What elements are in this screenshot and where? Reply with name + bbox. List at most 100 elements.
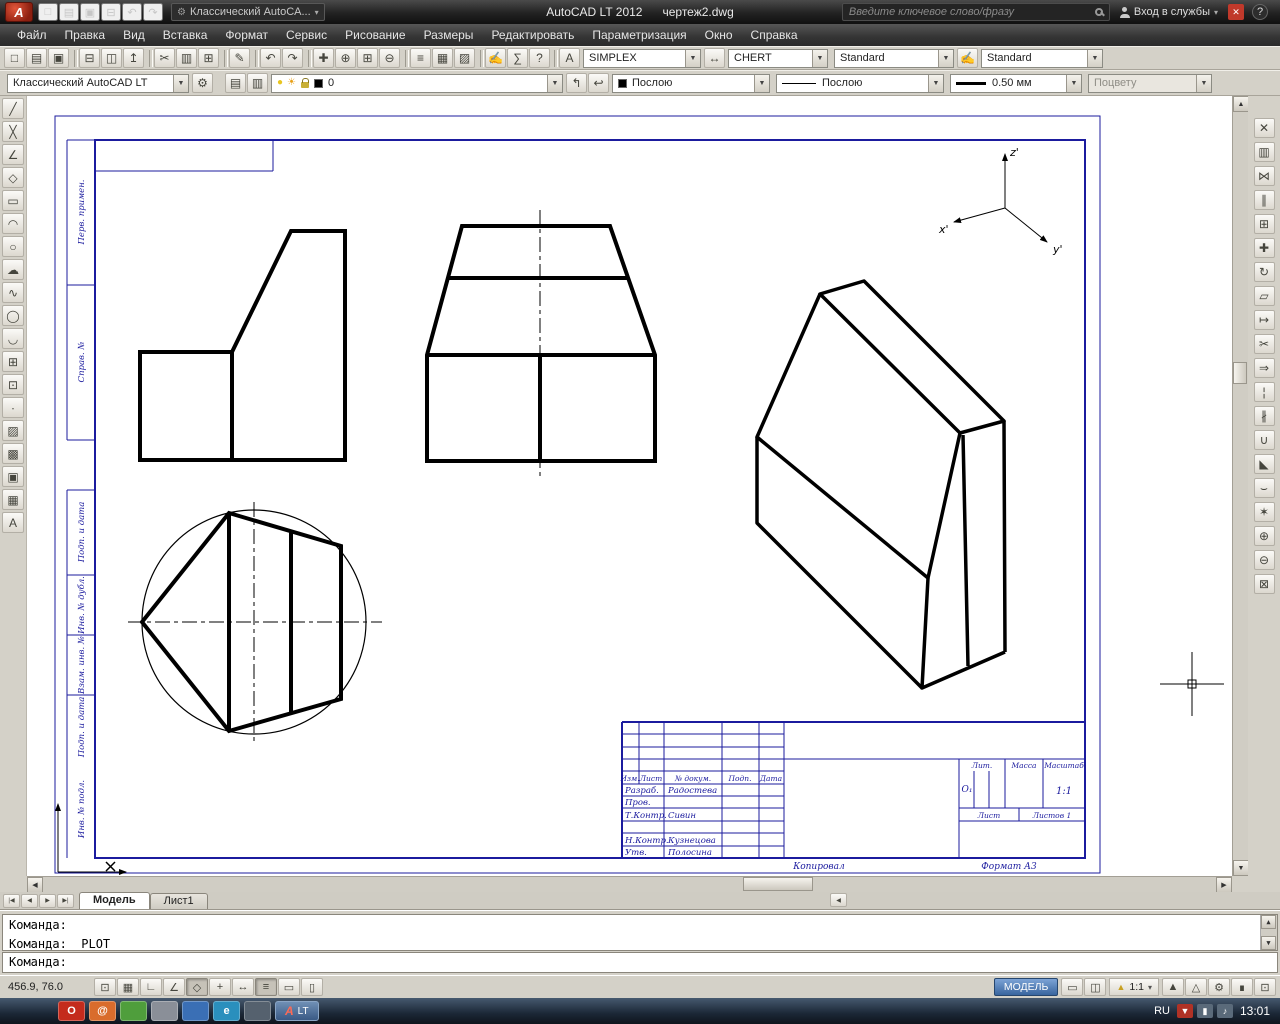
new-button[interactable]: □	[4, 48, 25, 68]
chevron-down-icon[interactable]: ▼	[547, 74, 562, 92]
chevron-down-icon[interactable]: ▼	[1087, 49, 1102, 67]
break-button[interactable]: ∦	[1253, 406, 1275, 426]
cut-button[interactable]: ✂	[149, 48, 175, 68]
match-properties-button[interactable]: ✎	[224, 48, 250, 68]
polygon-button[interactable]: ◇	[2, 167, 24, 188]
rotate-button[interactable]: ↻	[1253, 262, 1275, 282]
layer-on-icon[interactable]: ●	[277, 78, 283, 88]
menu-item[interactable]: Параметризация	[583, 26, 695, 44]
signin-button[interactable]: Вход в службы ▾	[1119, 6, 1218, 18]
network-tray-icon[interactable]: ▮	[1196, 1004, 1213, 1018]
calculator-button[interactable]: ∑	[507, 48, 528, 68]
menu-item[interactable]: Правка	[56, 26, 115, 44]
move-button[interactable]: ✚	[1253, 238, 1275, 258]
spline-button[interactable]: ∿	[2, 282, 24, 303]
plot-button[interactable]: ⊟	[74, 48, 100, 68]
menu-item[interactable]: Рисование	[336, 26, 414, 44]
multiline-text-button[interactable]: A	[2, 512, 24, 533]
text-style-combo[interactable]: SIMPLEX ▼	[583, 48, 701, 68]
arc-button[interactable]: ◠	[2, 213, 24, 234]
plot-style-combo[interactable]: Поцвету ▼	[1088, 73, 1212, 93]
plot-preview-button[interactable]: ◫	[101, 48, 122, 68]
copy-object-button[interactable]: ▥	[1253, 142, 1275, 162]
quick-view-drawings-button[interactable]: ◫	[1084, 978, 1107, 996]
browser-taskbar-item[interactable]: e	[213, 1001, 240, 1021]
zoom-previous-button[interactable]: ⊖	[379, 48, 400, 68]
volume-tray-icon[interactable]: ♪	[1216, 1004, 1233, 1018]
annotation-autoscale-button[interactable]: △	[1185, 978, 1207, 996]
command-history[interactable]: Команда: Команда: _PLOT ▲ ▼	[2, 914, 1278, 951]
rectangle-button[interactable]: ▭	[2, 190, 24, 211]
mirror-button[interactable]: ⋈	[1253, 166, 1275, 186]
menu-item[interactable]: Редактировать	[482, 26, 583, 44]
lineweight-combo[interactable]: 0.50 мм ▼	[950, 73, 1082, 93]
ellipse-button[interactable]: ◯	[2, 305, 24, 326]
ellipse-arc-button[interactable]: ◡	[2, 328, 24, 349]
quick-view-layouts-button[interactable]: ▭	[1061, 978, 1084, 996]
coordinates-readout[interactable]: 456.9, 76.0	[4, 979, 92, 995]
qat-new-icon[interactable]: □	[38, 3, 58, 21]
horizontal-scroll-thumb[interactable]	[743, 877, 813, 891]
media-taskbar-item[interactable]	[244, 1001, 271, 1021]
erase-button[interactable]: ✕	[1253, 118, 1275, 138]
gradient-button[interactable]: ▩	[2, 443, 24, 464]
offset-button[interactable]: ∥	[1253, 190, 1275, 210]
menu-item[interactable]: Вставка	[154, 26, 217, 44]
mleader-style-icon[interactable]: ✍	[957, 48, 978, 68]
chevron-down-icon[interactable]: ▼	[685, 49, 700, 67]
qat-undo-icon[interactable]: ↶	[122, 3, 142, 21]
zoom-in-button[interactable]: ⊕	[1253, 526, 1275, 546]
clean-screen-button[interactable]: ⊡	[1254, 978, 1276, 996]
open-button[interactable]: ▤	[26, 48, 47, 68]
pan-button[interactable]: ✚	[308, 48, 334, 68]
search-icon[interactable]	[1094, 8, 1103, 16]
polyline-button[interactable]: ∠	[2, 144, 24, 165]
zoom-realtime-button[interactable]: ⊕	[335, 48, 356, 68]
chevron-down-icon[interactable]: ▼	[1196, 74, 1211, 92]
osnap-toggle[interactable]: ◇	[186, 978, 208, 996]
language-indicator[interactable]: RU	[1154, 1005, 1170, 1017]
trim-button[interactable]: ✂	[1253, 334, 1275, 354]
layer-color-swatch[interactable]	[314, 78, 324, 88]
dim-style-combo[interactable]: CHERT ▼	[728, 48, 828, 68]
zoom-window-button[interactable]: ⊞	[357, 48, 378, 68]
construction-line-button[interactable]: ╳	[2, 121, 24, 142]
join-button[interactable]: ∪	[1253, 430, 1275, 450]
otrack-toggle[interactable]: +	[209, 978, 231, 996]
ortho-toggle[interactable]: ∟	[140, 978, 162, 996]
horizontal-scrollbar[interactable]: ◀ ▶	[27, 876, 1232, 893]
opera-taskbar-item[interactable]: O	[58, 1001, 85, 1021]
undo-button[interactable]: ↶	[255, 48, 281, 68]
command-scrollbar[interactable]: ▲ ▼	[1260, 915, 1277, 950]
chevron-down-icon[interactable]: ▼	[1066, 74, 1081, 92]
first-tab-button[interactable]: |◀	[3, 894, 20, 908]
chevron-down-icon[interactable]: ▼	[938, 49, 953, 67]
scroll-up-button[interactable]: ▲	[1233, 96, 1249, 112]
next-tab-button[interactable]: ▶	[39, 894, 56, 908]
menu-item[interactable]: Формат	[216, 26, 277, 44]
properties-button[interactable]: ≡	[405, 48, 431, 68]
scroll-left-button[interactable]: ◀	[27, 877, 43, 893]
menu-item[interactable]: Окно	[696, 26, 742, 44]
qat-plot-icon[interactable]: ⊟	[101, 3, 121, 21]
chevron-down-icon[interactable]: ▼	[754, 74, 769, 92]
object-color-combo[interactable]: Послою ▼	[612, 73, 770, 93]
text-style-icon[interactable]: A	[554, 48, 580, 68]
qat-open-icon[interactable]: ▤	[59, 3, 79, 21]
publish-button[interactable]: ↥	[123, 48, 144, 68]
lwt-toggle[interactable]: ≡	[255, 978, 277, 996]
line-button[interactable]: ╱	[2, 98, 24, 119]
command-scroll-down-button[interactable]: ▼	[1261, 936, 1276, 950]
dyn-toggle[interactable]: ↔	[232, 978, 254, 996]
revision-cloud-button[interactable]: ☁	[2, 259, 24, 280]
table-button[interactable]: ▦	[2, 489, 24, 510]
layer-freeze-icon[interactable]: ☀	[287, 78, 296, 88]
zoom-extents-button[interactable]: ⊠	[1253, 574, 1275, 594]
scale-button[interactable]: ▱	[1253, 286, 1275, 306]
paste-button[interactable]: ⊞	[198, 48, 219, 68]
titlebar-workspace-combo[interactable]: ⚙ Классический AutoCA... ▾	[171, 3, 325, 21]
insert-block-button[interactable]: ⊞	[2, 351, 24, 372]
toolbar-lock-button[interactable]: ∎	[1231, 978, 1253, 996]
search-input[interactable]	[848, 6, 1095, 18]
command-scroll-up-button[interactable]: ▲	[1261, 915, 1276, 929]
